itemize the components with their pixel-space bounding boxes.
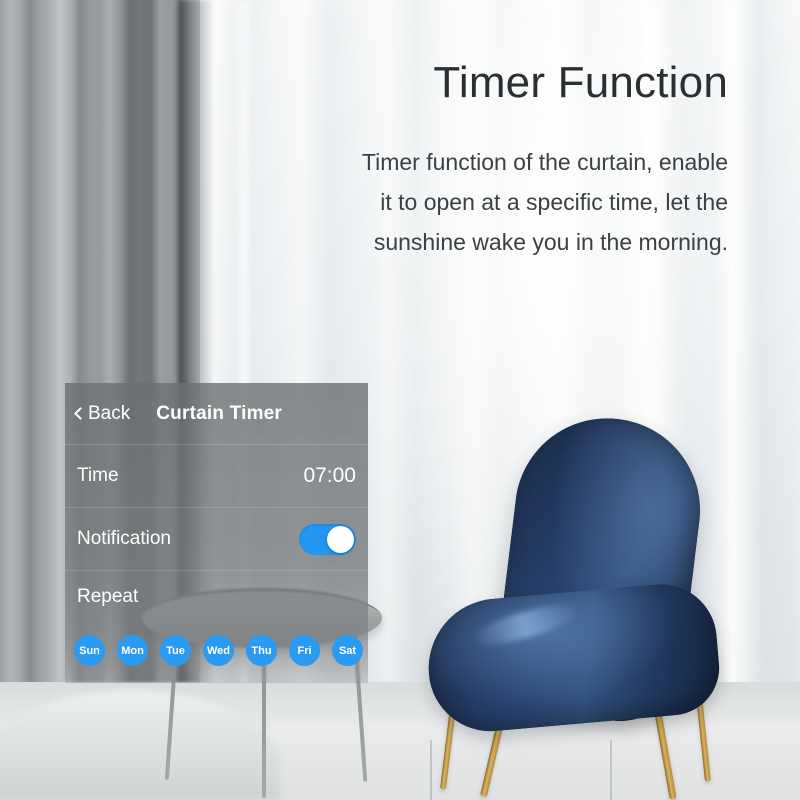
notification-toggle[interactable] [299, 523, 356, 555]
chevron-left-icon [74, 406, 87, 420]
panel-header: Back Curtain Timer [65, 383, 368, 445]
floor-tile-seam [430, 740, 432, 800]
notification-row-label: Notification [77, 528, 171, 549]
day-pill-mon[interactable]: Mon [117, 635, 148, 666]
curtain-timer-panel: Back Curtain Timer Time 07:00 Notificati… [65, 383, 368, 683]
panel-title: Curtain Timer [156, 402, 283, 424]
time-row[interactable]: Time 07:00 [65, 445, 368, 508]
day-selector: Sun Mon Tue Wed Thu Fri Sat [74, 635, 363, 666]
day-pill-sun[interactable]: Sun [74, 635, 105, 666]
time-row-label: Time [77, 465, 119, 486]
product-marketing-image: Timer Function Timer function of the cur… [0, 0, 800, 800]
sheer-fold-right [716, 0, 762, 800]
day-pill-sat[interactable]: Sat [332, 635, 363, 666]
back-button-label: Back [88, 402, 131, 424]
marketing-description: Timer function of the curtain, enable it… [361, 149, 728, 255]
day-pill-tue[interactable]: Tue [160, 635, 191, 666]
toggle-knob [327, 525, 354, 553]
back-button[interactable]: Back [74, 402, 131, 425]
day-pill-thu[interactable]: Thu [246, 635, 277, 666]
repeat-row: Repeat [65, 571, 368, 623]
day-pill-wed[interactable]: Wed [203, 635, 234, 666]
day-pill-fri[interactable]: Fri [289, 635, 320, 666]
notification-row[interactable]: Notification [65, 508, 368, 571]
page-title: Timer Function [433, 58, 728, 107]
repeat-row-label: Repeat [77, 586, 139, 607]
floor-tile-seam [610, 740, 612, 800]
time-row-value: 07:00 [303, 464, 356, 487]
